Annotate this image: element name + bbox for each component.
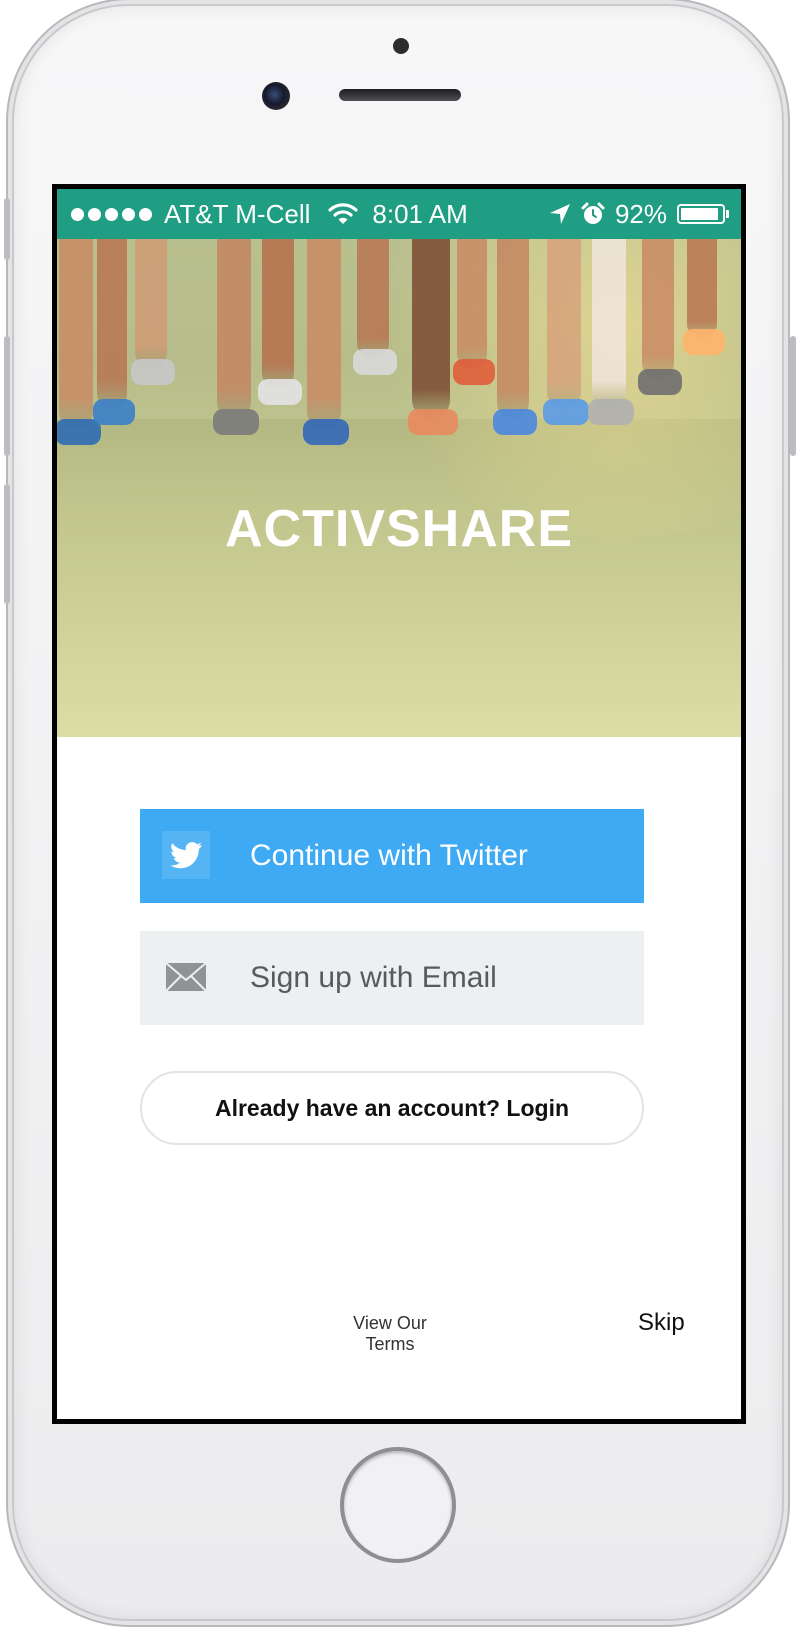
- continue-with-twitter-button[interactable]: Continue with Twitter: [140, 809, 644, 903]
- running-shoe: [408, 409, 458, 435]
- runner-leg: [412, 239, 450, 419]
- runner-leg: [547, 239, 581, 409]
- twitter-button-label: Continue with Twitter: [250, 839, 528, 872]
- envelope-icon: [165, 962, 207, 992]
- runner-leg: [497, 239, 529, 419]
- email-button-label: Sign up with Email: [250, 961, 497, 994]
- battery-icon: [677, 204, 729, 224]
- runner-leg: [97, 239, 127, 409]
- wifi-icon: [328, 203, 358, 224]
- runner-leg: [687, 239, 717, 339]
- running-shoe: [57, 419, 101, 445]
- running-shoe: [258, 379, 302, 405]
- sign-up-with-email-button[interactable]: Sign up with Email: [140, 931, 644, 1025]
- front-camera: [262, 82, 290, 110]
- runner-leg: [307, 239, 341, 429]
- twitter-bird-icon: [162, 831, 210, 879]
- volume-down-button: [4, 484, 10, 604]
- mute-switch: [4, 198, 10, 260]
- battery-percent: 92%: [614, 198, 667, 229]
- carrier-name: AT&T M-Cell: [164, 198, 311, 229]
- earpiece-speaker: [339, 89, 461, 101]
- runner-leg: [457, 239, 487, 369]
- running-shoe: [213, 409, 259, 435]
- runner-leg: [217, 239, 251, 419]
- running-shoe: [493, 409, 537, 435]
- hero-image: ACTIVSHARE: [57, 239, 741, 737]
- alarm-icon: [581, 202, 605, 224]
- runner-leg: [262, 239, 294, 389]
- running-shoe: [588, 399, 634, 425]
- running-shoe: [638, 369, 682, 395]
- running-shoe: [353, 349, 397, 375]
- runner-leg: [592, 239, 626, 409]
- app-logo-text: ACTIVSHARE: [224, 500, 574, 558]
- status-time: 8:01 AM: [372, 198, 468, 229]
- runner-leg: [642, 239, 674, 379]
- signal-dots-icon: [71, 207, 152, 221]
- location-arrow-icon: [549, 204, 570, 224]
- power-button: [790, 336, 796, 456]
- home-button[interactable]: [340, 1447, 456, 1563]
- runner-leg: [59, 239, 93, 429]
- running-shoe: [683, 329, 725, 355]
- running-shoe: [543, 399, 589, 425]
- view-terms-link[interactable]: View Our Terms: [329, 1313, 451, 1355]
- volume-up-button: [4, 336, 10, 456]
- skip-button[interactable]: Skip: [638, 1309, 685, 1337]
- runner-leg: [357, 239, 389, 359]
- proximity-sensor: [393, 38, 409, 54]
- running-shoe: [453, 359, 495, 385]
- status-bar: AT&T M-Cell 8:01 AM 92%: [57, 189, 741, 239]
- running-shoe: [303, 419, 349, 445]
- runner-leg: [135, 239, 167, 369]
- device-screen: AT&T M-Cell 8:01 AM 92% ACTIVSHARE Conti…: [52, 184, 746, 1424]
- running-shoe: [131, 359, 175, 385]
- app-screen: AT&T M-Cell 8:01 AM 92% ACTIVSHARE Conti…: [57, 189, 741, 1419]
- running-shoe: [93, 399, 135, 425]
- login-button[interactable]: Already have an account? Login: [140, 1071, 644, 1145]
